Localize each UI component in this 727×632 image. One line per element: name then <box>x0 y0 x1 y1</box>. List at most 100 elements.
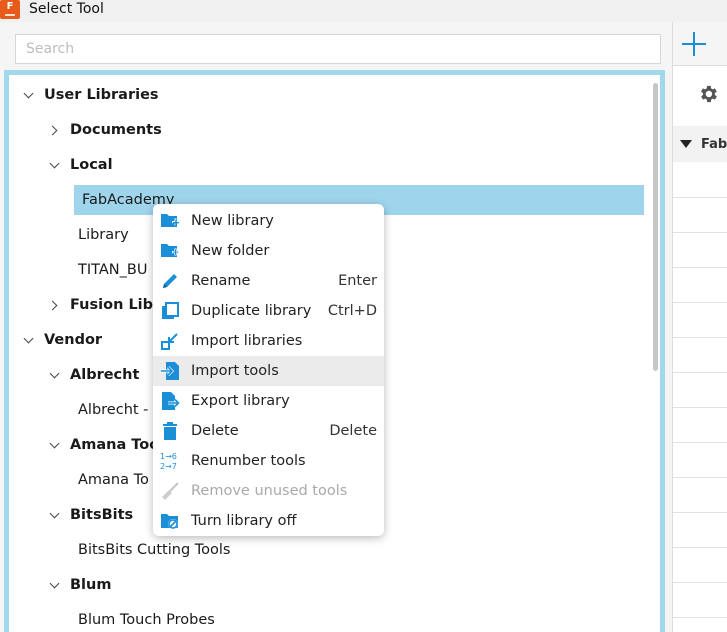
svg-text:1→6: 1→6 <box>160 452 177 461</box>
menu-item-export-library[interactable]: Export library <box>153 386 384 416</box>
tree-item-label: Local <box>70 157 113 173</box>
tool-list-panel: Fab <box>672 22 727 632</box>
collapse-triangle-icon <box>680 140 692 148</box>
chevron-down-icon[interactable] <box>49 369 61 381</box>
tree-item-label: Amana Tool <box>70 437 165 453</box>
menu-item-label: Import libraries <box>191 333 303 349</box>
tree-item-label: User Libraries <box>44 87 159 103</box>
menu-item-shortcut: Enter <box>338 273 377 289</box>
duplicate-icon <box>159 300 181 322</box>
remove-unused-icon <box>159 480 181 502</box>
new-folder-icon <box>159 240 181 262</box>
column-header-label: Fab <box>701 136 727 152</box>
tree-item[interactable]: Amana Tool <box>49 430 164 460</box>
tree-item[interactable]: Albrecht - <box>78 395 148 425</box>
tree-item[interactable]: Fusion Libra <box>49 290 170 320</box>
tree-item-label: Blum <box>70 577 112 593</box>
menu-item-renumber-tools[interactable]: 1→6 2→7 Renumber tools <box>153 446 384 476</box>
menu-item-delete[interactable]: Delete Delete <box>153 416 384 446</box>
menu-item-label: Remove unused tools <box>191 483 348 499</box>
column-header[interactable]: Fab <box>673 126 727 162</box>
chevron-down-icon[interactable] <box>49 579 61 591</box>
menu-item-import-tools[interactable]: Import tools <box>153 356 384 386</box>
tree-item-label: Amana To <box>78 472 149 488</box>
menu-item-label: Rename <box>191 273 251 289</box>
menu-item-duplicate-library[interactable]: Duplicate library Ctrl+D <box>153 296 384 326</box>
chevron-down-icon[interactable] <box>49 159 61 171</box>
tree-item[interactable]: Blum <box>49 570 111 600</box>
tool-row-divider <box>673 442 727 443</box>
tree-item[interactable]: Vendor <box>23 325 102 355</box>
context-menu: New library New folder Rename Enter Duplicat… <box>153 204 384 536</box>
tool-row-divider <box>673 302 727 303</box>
menu-item-turn-library-off[interactable]: Turn library off <box>153 506 384 536</box>
tree-item-label: TITAN_BU <box>78 262 148 278</box>
tree-item[interactable]: Documents <box>49 115 162 145</box>
tool-row-divider <box>673 232 727 233</box>
tree-item[interactable]: Albrecht <box>49 360 139 390</box>
menu-item-label: Import tools <box>191 363 279 379</box>
tree-scrollbar[interactable] <box>653 83 658 371</box>
tool-row-divider <box>673 407 727 408</box>
tree-item[interactable]: Local <box>49 150 113 180</box>
tree-item[interactable]: Amana To <box>78 465 149 495</box>
tree-item-label: BitsBits Cutting Tools <box>78 542 231 558</box>
tool-row-divider <box>673 547 727 548</box>
fusion-app-icon: F <box>0 0 20 19</box>
menu-item-label: Turn library off <box>191 513 297 529</box>
menu-item-new-library[interactable]: New library <box>153 206 384 236</box>
search-input[interactable] <box>15 34 661 64</box>
library-off-icon <box>159 510 181 532</box>
svg-text:2→7: 2→7 <box>160 462 177 471</box>
tool-row-divider <box>673 477 727 478</box>
import-tools-icon <box>159 360 181 382</box>
title-bar: F Select Tool <box>0 0 727 22</box>
tree-item-label: Blum Touch Probes <box>78 612 215 628</box>
chevron-down-icon[interactable] <box>49 439 61 451</box>
new-library-icon <box>159 210 181 232</box>
menu-item-shortcut: Ctrl+D <box>327 303 377 319</box>
menu-item-new-folder[interactable]: New folder <box>153 236 384 266</box>
chevron-right-icon[interactable] <box>49 299 61 311</box>
tree-item-label: Documents <box>70 122 162 138</box>
import-libraries-icon <box>159 330 181 352</box>
tool-row-divider <box>673 372 727 373</box>
tree-item-label: Albrecht - <box>78 402 149 418</box>
menu-item-remove-unused-tools: Remove unused tools <box>153 476 384 506</box>
tool-row-divider <box>673 582 727 583</box>
menu-item-rename[interactable]: Rename Enter <box>153 266 384 296</box>
chevron-down-icon[interactable] <box>23 334 35 346</box>
menu-item-label: Duplicate library <box>191 303 312 319</box>
tool-row-divider <box>673 512 727 513</box>
tree-item[interactable]: BitsBits Cutting Tools <box>78 535 230 565</box>
rename-icon <box>159 270 181 292</box>
tree-item[interactable]: Blum Touch Probes <box>78 605 215 632</box>
menu-item-import-libraries[interactable]: Import libraries <box>153 326 384 356</box>
renumber-icon: 1→6 2→7 <box>159 450 181 472</box>
menu-item-label: New folder <box>191 243 270 259</box>
menu-item-label: Delete <box>191 423 239 439</box>
menu-item-shortcut: Delete <box>329 423 377 439</box>
tree-item[interactable]: Library <box>78 220 129 250</box>
window-title: Select Tool <box>29 1 104 17</box>
tool-row-divider <box>673 197 727 198</box>
tool-row-divider <box>673 617 727 618</box>
tree-item[interactable]: User Libraries <box>23 80 159 110</box>
tree-item-label: Library <box>78 227 129 243</box>
chevron-right-icon[interactable] <box>49 124 61 136</box>
export-library-icon <box>159 390 181 412</box>
tool-row-divider <box>673 337 727 338</box>
delete-icon <box>159 420 181 442</box>
tree-item-label: BitsBits <box>70 507 134 523</box>
tree-item-label: Albrecht <box>70 367 140 383</box>
menu-item-label: New library <box>191 213 274 229</box>
chevron-down-icon[interactable] <box>23 89 35 101</box>
chevron-down-icon[interactable] <box>49 509 61 521</box>
plus-icon[interactable] <box>682 32 706 56</box>
tool-row-divider <box>673 267 727 268</box>
tree-item[interactable]: BitsBits <box>49 500 133 530</box>
menu-item-label: Export library <box>191 393 290 409</box>
gear-icon[interactable] <box>697 83 719 105</box>
tree-item[interactable]: TITAN_BU <box>78 255 147 285</box>
right-toolbar <box>673 22 727 66</box>
